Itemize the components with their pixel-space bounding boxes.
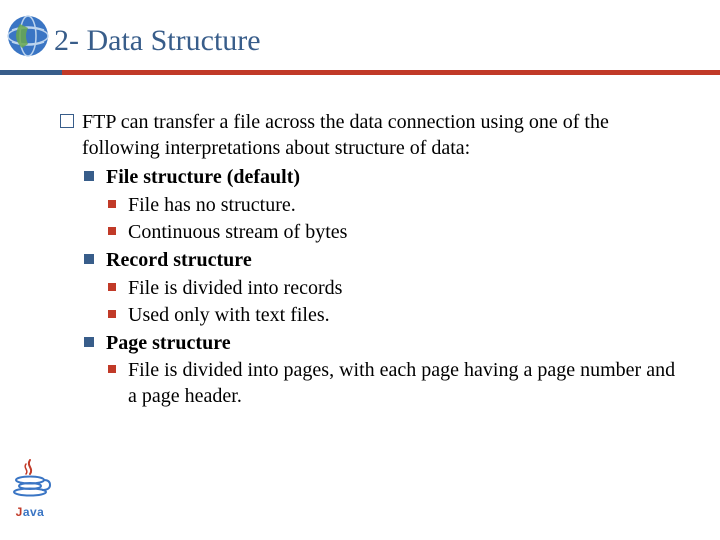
list-subitem: File has no structure. (108, 193, 680, 219)
list-subitem: File is divided into pages, with each pa… (108, 358, 680, 409)
java-logo: Java (6, 458, 54, 528)
globe-icon (6, 14, 50, 58)
slide-header: 2- Data Structure (0, 10, 720, 74)
java-wordmark: Java (6, 505, 54, 519)
intro-text: FTP can transfer a file across the data … (82, 111, 609, 159)
list-subitem: Continuous stream of bytes (108, 220, 680, 246)
java-letters-ava: ava (23, 505, 45, 519)
java-cup-icon (6, 458, 54, 498)
list-subitem-text: File is divided into pages, with each pa… (128, 359, 675, 407)
list-item-label: Page structure (106, 332, 231, 354)
intro-paragraph: FTP can transfer a file across the data … (60, 110, 680, 161)
list-subitem-text: Used only with text files. (128, 304, 330, 326)
list-subitem: Used only with text files. (108, 303, 680, 329)
slide-title: 2- Data Structure (54, 24, 261, 58)
list-subitem: File is divided into records (108, 276, 680, 302)
list-subitem-text: Continuous stream of bytes (128, 221, 347, 243)
java-letter-j: J (16, 505, 23, 519)
list-subitem-text: File is divided into records (128, 277, 342, 299)
list-subitem-text: File has no structure. (128, 194, 296, 216)
list-item-label: Record structure (106, 249, 252, 271)
list-item: Record structure (84, 248, 680, 274)
list-item-label: File structure (default) (106, 166, 300, 188)
title-underline (0, 70, 720, 75)
list-item: Page structure (84, 331, 680, 357)
list-item: File structure (default) (84, 165, 680, 191)
slide: 2- Data Structure FTP can transfer a fil… (0, 0, 720, 540)
slide-body: FTP can transfer a file across the data … (60, 110, 680, 410)
